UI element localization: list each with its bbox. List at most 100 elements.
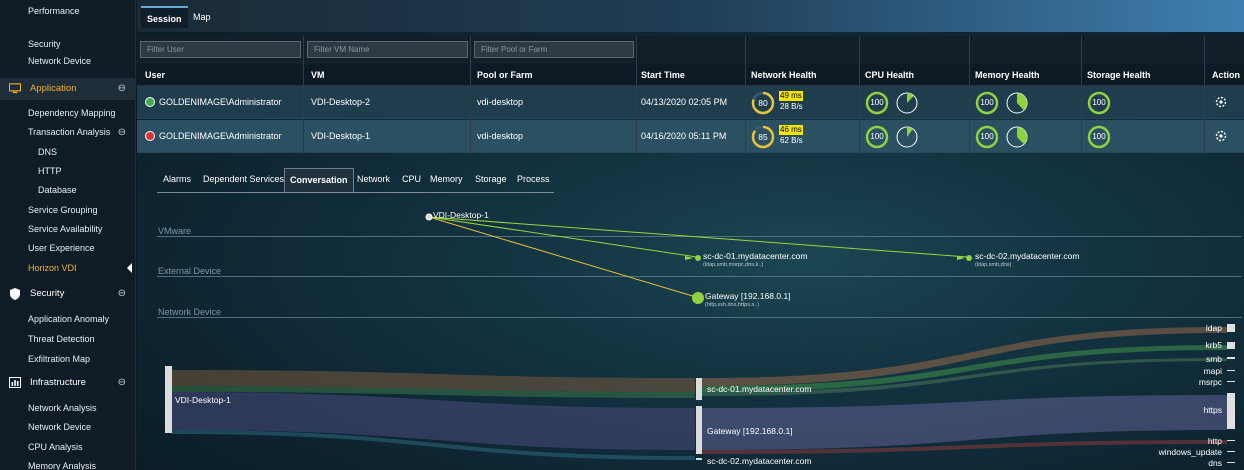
col-header-start-time[interactable]: Start Time [641, 64, 685, 86]
tab-alarms[interactable]: Alarms [163, 168, 191, 192]
cell-user: GOLDENIMAGE\Administrator [159, 131, 282, 141]
sankey-bar-msrpc[interactable] [1227, 381, 1235, 382]
sankey-bar-gateway[interactable] [696, 406, 702, 454]
col-header-storage-health[interactable]: Storage Health [1087, 64, 1151, 86]
sankey-label-https: https [1203, 405, 1222, 415]
col-header-memory-health[interactable]: Memory Health [975, 64, 1040, 86]
col-header-user[interactable]: User [145, 64, 165, 86]
tab-process[interactable]: Process [517, 168, 550, 192]
status-error-icon [145, 131, 155, 141]
collapse-icon[interactable]: ⊖ [118, 78, 126, 100]
sankey-bar-ldap[interactable] [1227, 324, 1235, 332]
link-vdi-to-gateway [428, 216, 697, 298]
col-header-vm[interactable]: VM [311, 64, 325, 86]
node-protocols-gateway: (http,ssh,dns,https,s..) [705, 302, 760, 308]
sidebar-item-exfiltration-map[interactable]: Exfiltration Map [0, 350, 136, 369]
lane-label-external-device: External Device [158, 266, 222, 276]
monitor-icon [9, 83, 21, 94]
col-header-network-health[interactable]: Network Health [751, 64, 817, 86]
sankey-bar-https[interactable] [1227, 393, 1235, 429]
tab-conversation[interactable]: Conversation [284, 168, 354, 192]
sidebar-item-network-analysis[interactable]: Network Analysis [0, 399, 136, 418]
sidebar-item-dependency-mapping[interactable]: Dependency Mapping [0, 104, 136, 123]
memory-score: 100 [980, 98, 994, 107]
col-header-action[interactable]: Action [1212, 64, 1240, 86]
cpu-score: 100 [870, 98, 884, 107]
col-header-cpu-health[interactable]: CPU Health [865, 64, 914, 86]
collapse-icon[interactable]: ⊖ [118, 372, 126, 394]
sankey-label-dns: dns [1208, 458, 1222, 468]
tab-network[interactable]: Network [357, 168, 390, 192]
tab-cpu[interactable]: CPU [402, 168, 421, 192]
lane-divider [157, 236, 1242, 237]
tab-session[interactable]: Session [141, 6, 188, 28]
link-vdi-to-dc02 [428, 216, 969, 258]
app-window: Performance Security Network Device Appl… [0, 0, 1244, 470]
sidebar-item-transaction-analysis[interactable]: Transaction Analysis ⊖ [0, 123, 136, 142]
cell-pool: vdi-desktop [477, 97, 524, 107]
column-divider [303, 36, 304, 154]
sankey-bar-dc01[interactable] [696, 378, 702, 400]
sankey-label-windows-update: windows_update [1158, 447, 1222, 457]
sidebar-item-threat-detection[interactable]: Threat Detection [0, 330, 136, 349]
sankey-label-gateway: Gateway [192.168.0.1] [707, 426, 793, 436]
sidebar-item-network-device-infra[interactable]: Network Device [0, 418, 136, 437]
sidebar-item-memory-analysis[interactable]: Memory Analysis [0, 457, 136, 470]
col-header-pool[interactable]: Pool or Farm [477, 64, 533, 86]
cell-vm: VDI-Desktop-1 [311, 131, 371, 141]
sankey-bar-windows-update[interactable] [1227, 451, 1235, 452]
sankey-label-msrpc: msrpc [1198, 377, 1222, 387]
sankey-bar-smb[interactable] [1227, 357, 1235, 359]
tab-dependent-services[interactable]: Dependent Services [203, 168, 284, 192]
sankey-label-dc02: sc-dc-02.mydatacenter.com [707, 456, 812, 466]
sidebar-item-user-experience[interactable]: User Experience [0, 239, 136, 258]
arrow-head [957, 256, 965, 260]
sidebar-section-infrastructure[interactable]: Infrastructure ⊖ [0, 372, 136, 394]
action-gear-icon[interactable] [1215, 96, 1227, 108]
sankey-bar-http[interactable] [1227, 440, 1235, 441]
filter-pool-input[interactable]: Filter Pool or Farm [474, 41, 634, 58]
sankey-bar-mapi[interactable] [1227, 370, 1235, 371]
sidebar-item-dns[interactable]: DNS [0, 143, 136, 162]
tab-memory[interactable]: Memory [430, 168, 463, 192]
sidebar-item-application-anomaly[interactable]: Application Anomaly [0, 310, 136, 329]
cpu-score: 100 [870, 132, 884, 141]
filter-vm-input[interactable]: Filter VM Name [307, 41, 468, 58]
filter-user-input[interactable]: Filter User [140, 41, 301, 58]
lane-label-network-device: Network Device [158, 307, 222, 317]
action-gear-icon[interactable] [1215, 130, 1227, 142]
sidebar-item-http[interactable]: HTTP [0, 162, 136, 181]
sidebar-item-database[interactable]: Database [0, 181, 136, 200]
sidebar-section-label: Infrastructure [30, 377, 86, 388]
cell-vm: VDI-Desktop-2 [311, 97, 371, 107]
sidebar-item-performance[interactable]: Performance [0, 2, 136, 21]
sidebar-item-horizon-vdi[interactable]: Horizon VDI [0, 259, 136, 278]
sankey-bar-dc02[interactable] [696, 458, 702, 460]
sankey-flows [171, 327, 1227, 460]
arrow-head [685, 256, 693, 260]
sidebar-item-service-availability[interactable]: Service Availability [0, 220, 136, 239]
node-gateway[interactable] [692, 292, 704, 304]
cell-start-time: 04/13/2020 02:05 PM [641, 97, 728, 107]
link-vdi-to-dc01 [428, 216, 698, 258]
sidebar-item-service-grouping[interactable]: Service Grouping [0, 201, 136, 220]
sidebar-item-cpu-analysis[interactable]: CPU Analysis [0, 438, 136, 457]
node-dc02[interactable] [966, 255, 972, 261]
collapse-icon[interactable]: ⊖ [118, 123, 126, 142]
sankey-label-smb: smb [1205, 354, 1222, 364]
node-vdi-desktop[interactable] [425, 213, 433, 221]
collapse-icon[interactable]: ⊖ [118, 283, 126, 305]
node-dc01[interactable] [695, 255, 701, 261]
lane-divider [157, 317, 1242, 318]
tab-map[interactable]: Map [187, 6, 217, 28]
sidebar-section-security[interactable]: Security ⊖ [0, 283, 136, 305]
sankey-bar-source[interactable] [165, 366, 172, 433]
sankey-bar-dns[interactable] [1227, 462, 1235, 463]
sidebar-section-application[interactable]: Application ⊖ [0, 78, 136, 100]
tab-storage[interactable]: Storage [475, 168, 507, 192]
column-divider [969, 36, 970, 154]
shield-icon [10, 288, 20, 300]
network-score: 85 [758, 132, 768, 142]
sankey-bar-krb5[interactable] [1227, 342, 1235, 349]
sidebar-item-network-device[interactable]: Network Device [0, 52, 136, 71]
